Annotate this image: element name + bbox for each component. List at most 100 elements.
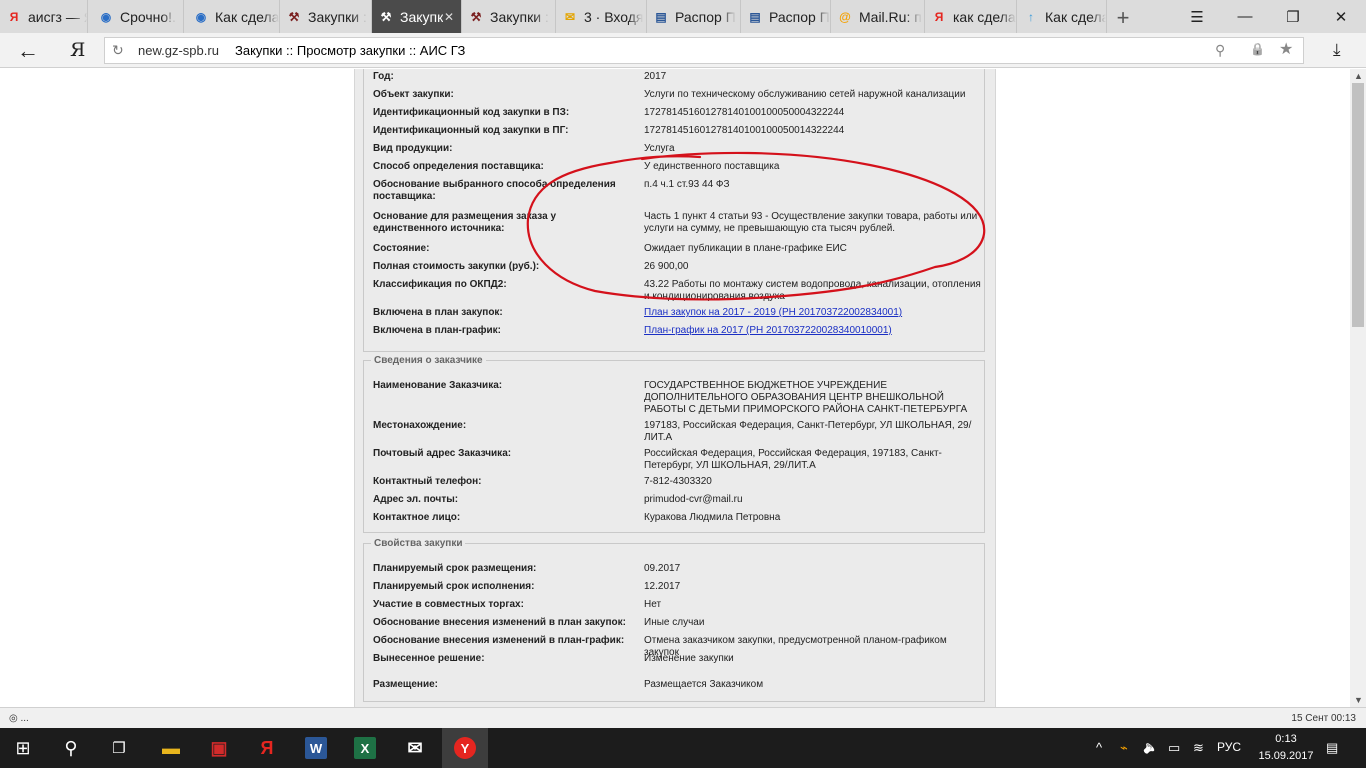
plan-link[interactable]: План закупок на 2017 - 2019 (РН 20170372…: [644, 307, 902, 318]
taskbar-app[interactable]: ▣: [196, 728, 242, 768]
scrollbar-thumb[interactable]: [1352, 83, 1364, 327]
search-icon[interactable]: ⚲: [48, 728, 94, 768]
browser-tab-label: Mail.Ru: п: [859, 8, 922, 25]
field-value: 12.2017: [644, 581, 681, 592]
start-icon[interactable]: ⊞: [0, 728, 46, 768]
taskbar-app[interactable]: Y: [442, 728, 488, 768]
browser-tab[interactable]: ◉ Срочно!.: [92, 0, 184, 33]
properties-section-legend: Свойства закупки: [374, 538, 463, 549]
field-value: У единственного поставщика: [644, 161, 780, 172]
browser-tab[interactable]: ⚒ Закупки :: [462, 0, 556, 33]
download-icon[interactable]: ⤓: [1333, 40, 1341, 60]
field-label: Обоснование внесения изменений в план за…: [373, 617, 626, 628]
new-tab-button[interactable]: +: [1113, 5, 1133, 31]
lock-icon[interactable]: 🔒: [1250, 42, 1265, 56]
browser-tab[interactable]: Яаисгз — Я: [0, 0, 88, 33]
notifications-icon[interactable]: ▤: [1326, 740, 1338, 756]
gavel-icon: ⚒: [470, 9, 482, 24]
field-label: Способ определения поставщика:: [373, 161, 544, 172]
field-value: Куракова Людмила Петровна: [644, 512, 781, 523]
customer-section-legend: Сведения о заказчике: [374, 355, 483, 366]
field-value: Иные случаи: [644, 617, 705, 628]
properties-section: Свойства закупки Планируемый срок размещ…: [363, 538, 985, 702]
network-icon[interactable]: ≋: [1193, 740, 1204, 756]
gift-icon: ▣: [210, 737, 228, 758]
search-icon[interactable]: ⚲: [1215, 42, 1225, 59]
reload-icon[interactable]: ↻: [112, 42, 124, 59]
scroll-up-arrow-icon[interactable]: ▲: [1354, 71, 1363, 81]
field-value: 7-812-4303320: [644, 476, 712, 487]
field-value: 43.22 Работы по монтажу систем водопрово…: [644, 279, 981, 302]
field-label: Полная стоимость закупки (руб.):: [373, 261, 540, 272]
taskbar-app[interactable]: ▬: [148, 728, 194, 768]
close-tab-icon[interactable]: ✕: [444, 10, 454, 24]
browser-tab[interactable]: ↑ Как сдела: [1017, 0, 1107, 33]
volume-icon[interactable]: 🔈: [1143, 740, 1158, 754]
taskbar-app[interactable]: X: [342, 728, 388, 768]
taskbar-app[interactable]: ✉: [392, 728, 438, 768]
power-icon[interactable]: ⌁: [1120, 740, 1128, 756]
browser-tab-label: Как сдела: [1045, 8, 1106, 25]
task-view-icon[interactable]: ❐: [96, 728, 142, 768]
procurement-panel: Год: 2017 Объект закупки: Услуги по техниче…: [354, 69, 996, 707]
yandex-icon: Я: [934, 9, 944, 24]
bookmark-star-icon[interactable]: ★: [1279, 39, 1293, 59]
field-label: Год:: [373, 71, 394, 82]
minimize-button[interactable]: —: [1222, 0, 1268, 33]
menu-button[interactable]: ☰: [1174, 0, 1220, 33]
browser-tab[interactable]: ⚒ Закупки :: [280, 0, 372, 33]
browser-tab[interactable]: @ Mail.Ru: п: [831, 0, 925, 33]
field-value: 09.2017: [644, 563, 681, 574]
close-window-button[interactable]: ✕: [1318, 0, 1364, 33]
at-icon: @: [839, 9, 851, 24]
page-scrollbar[interactable]: ▲ ▼: [1350, 69, 1366, 707]
field-label: Контактный телефон:: [373, 476, 482, 487]
upload-icon: ↑: [1028, 9, 1034, 24]
procurement-details-section: Год: 2017 Объект закупки: Услуги по техниче…: [363, 69, 985, 352]
field-label: Планируемый срок исполнения:: [373, 581, 535, 592]
field-label: Основание для размещения заказа у единст…: [373, 211, 557, 234]
scroll-down-arrow-icon[interactable]: ▼: [1354, 695, 1363, 705]
yandex-browser-icon: Я: [260, 737, 274, 758]
tray-chevron-icon[interactable]: ^: [1096, 740, 1102, 755]
browser-tab-label: Распор П: [675, 8, 736, 25]
field-label: Вынесенное решение:: [373, 653, 485, 664]
browser-tab[interactable]: ⚒ Закупк ✕: [372, 0, 462, 33]
globe-icon: ◉: [195, 9, 207, 24]
field-label: Контактное лицо:: [373, 512, 461, 523]
field-value: primudod-cvr@mail.ru: [644, 494, 743, 505]
field-label: Местонахождение:: [373, 420, 467, 431]
status-bar: ◎ ... 15 Сент 00:13: [0, 707, 1366, 728]
field-value: Нет: [644, 599, 662, 610]
field-value: ГОСУДАРСТВЕННОЕ БЮДЖЕТНОЕ УЧРЕЖДЕНИЕ ДОП…: [644, 380, 968, 415]
taskbar-app[interactable]: W: [293, 728, 339, 768]
field-value: Российская Федерация, Российская Федерац…: [644, 448, 942, 471]
clock[interactable]: 0:13 15.09.2017: [1256, 731, 1316, 765]
browser-tab[interactable]: ◉ Как сдела: [187, 0, 280, 33]
browser-tab[interactable]: Якак сдела: [925, 0, 1017, 33]
battery-icon[interactable]: ▭: [1168, 740, 1180, 756]
browser-tab-label: Срочно!.: [120, 8, 176, 25]
browser-tab[interactable]: ▤ Распор П: [647, 0, 741, 33]
field-value: 26 900,00: [644, 261, 689, 272]
page-title[interactable]: Закупки :: Просмотр закупки :: АИС ГЗ: [235, 43, 465, 58]
page-content: Год: 2017 Объект закупки: Услуги по техниче…: [0, 69, 1350, 707]
restore-button[interactable]: ❐: [1270, 0, 1316, 33]
doc-icon: ▤: [655, 9, 667, 24]
field-label: Объект закупки:: [373, 89, 454, 100]
field-label: Идентификационный код закупки в ПГ:: [373, 125, 569, 136]
field-label: Обоснование выбранного способа определен…: [373, 179, 616, 202]
plan-schedule-link[interactable]: План-график на 2017 (РН 2017037220028340…: [644, 325, 892, 336]
globe-icon: ◉: [100, 9, 112, 24]
mail-icon: ✉: [407, 737, 423, 758]
back-arrow-icon[interactable]: ←: [17, 38, 39, 64]
field-value: Часть 1 пункт 4 статьи 93 - Осуществлени…: [644, 211, 978, 234]
browser-tab[interactable]: ✉ 3 · Входя: [556, 0, 647, 33]
browser-tab[interactable]: ▤ Распор П: [741, 0, 831, 33]
url-domain[interactable]: new.gz-spb.ru: [138, 43, 219, 58]
yandex-logo-icon[interactable]: Я: [70, 39, 85, 61]
language-indicator[interactable]: РУС: [1217, 740, 1241, 754]
field-value: Размещается Заказчиком: [644, 679, 764, 690]
tab-bar: ↑ Как сдела Якак сдела @ Mail.Ru: п ▤ Распор П…: [0, 0, 1366, 33]
taskbar-app[interactable]: Я: [244, 728, 290, 768]
